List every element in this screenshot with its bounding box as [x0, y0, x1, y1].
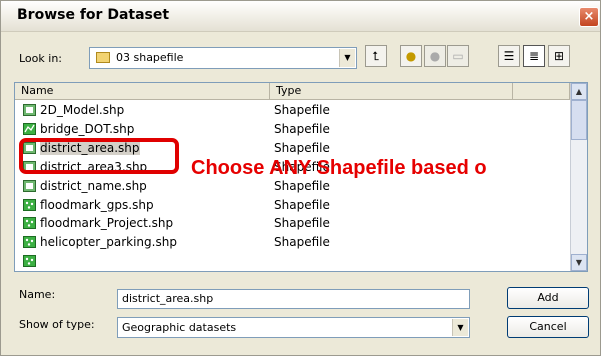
- chevron-down-icon[interactable]: ▼: [339, 49, 355, 67]
- column-header-type[interactable]: Type: [270, 83, 513, 100]
- show-of-type-label: Show of type:: [19, 318, 95, 331]
- folder-icon: [96, 52, 110, 63]
- file-name: floodmark_Project.shp: [40, 216, 174, 231]
- look-in-dropdown[interactable]: 03 shapefile ▼: [89, 47, 357, 69]
- file-name: bridge_DOT.shp: [40, 121, 135, 136]
- up-one-level-icon[interactable]: ⮤: [365, 45, 387, 67]
- file-type: Shapefile: [274, 121, 330, 136]
- browse-dialog: Browse for Dataset × Look in: 03 shapefi…: [0, 0, 601, 356]
- file-type: Shapefile: [274, 140, 330, 155]
- file-name: district_name.shp: [40, 178, 147, 193]
- file-name: floodmark_gps.shp: [40, 197, 154, 212]
- highlight-annotation-box: [19, 138, 179, 174]
- new-folder-icon: ▭: [447, 45, 469, 67]
- file-name: helicopter_parking.shp: [40, 235, 177, 250]
- chevron-down-icon[interactable]: ▼: [452, 319, 468, 336]
- instruction-annotation: Choose ANY Shapefile based o: [191, 157, 487, 179]
- thumbnails-view-icon[interactable]: ⊞: [548, 45, 570, 67]
- name-label: Name:: [19, 288, 56, 301]
- scroll-down-button[interactable]: ▼: [571, 254, 587, 271]
- list-item[interactable]: floodmark_Project.shp Shapefile: [15, 214, 570, 232]
- point-shapefile-icon: [23, 217, 36, 230]
- scroll-up-button[interactable]: ▲: [571, 83, 587, 100]
- look-in-label: Look in:: [19, 52, 62, 65]
- details-view-icon[interactable]: ≣: [523, 45, 545, 67]
- polygon-shapefile-icon: [23, 179, 36, 192]
- line-shapefile-icon: [23, 122, 36, 135]
- point-shapefile-icon: [23, 236, 36, 249]
- list-item[interactable]: helicopter_parking.shp Shapefile: [15, 233, 570, 251]
- file-type: Shapefile: [274, 197, 330, 212]
- connect-folder-icon[interactable]: ●: [400, 45, 422, 67]
- point-shapefile-icon: [23, 198, 36, 211]
- list-view-icon[interactable]: ☰: [498, 45, 520, 67]
- point-shapefile-icon: [23, 255, 36, 268]
- scroll-thumb[interactable]: [571, 100, 587, 140]
- cancel-button[interactable]: Cancel: [507, 316, 589, 338]
- dialog-title: Browse for Dataset: [17, 7, 170, 23]
- file-type: Shapefile: [274, 216, 330, 231]
- file-type: Shapefile: [274, 235, 330, 250]
- list-item[interactable]: bridge_DOT.shp Shapefile: [15, 120, 570, 138]
- file-type: Shapefile: [274, 103, 330, 117]
- look-in-value: 03 shapefile: [116, 51, 184, 64]
- vertical-scrollbar[interactable]: ▲ ▼: [570, 83, 587, 271]
- column-header-name[interactable]: Name: [15, 83, 270, 100]
- list-item[interactable]: 2D_Model.shp Shapefile: [15, 101, 570, 119]
- column-header-empty: [513, 83, 570, 100]
- list-item[interactable]: [15, 252, 570, 270]
- file-name: 2D_Model.shp: [40, 103, 125, 117]
- polygon-shapefile-icon: [23, 104, 36, 116]
- close-button[interactable]: ×: [579, 7, 599, 27]
- disconnect-folder-icon: ●: [424, 45, 446, 67]
- list-item[interactable]: floodmark_gps.shp Shapefile: [15, 196, 570, 214]
- file-type: Shapefile: [274, 178, 330, 193]
- title-bar[interactable]: Browse for Dataset ×: [1, 1, 600, 32]
- show-of-type-dropdown[interactable]: Geographic datasets ▼: [117, 317, 470, 338]
- show-of-type-value: Geographic datasets: [122, 321, 237, 334]
- name-input[interactable]: district_area.shp: [117, 289, 470, 309]
- add-button[interactable]: Add: [507, 287, 589, 309]
